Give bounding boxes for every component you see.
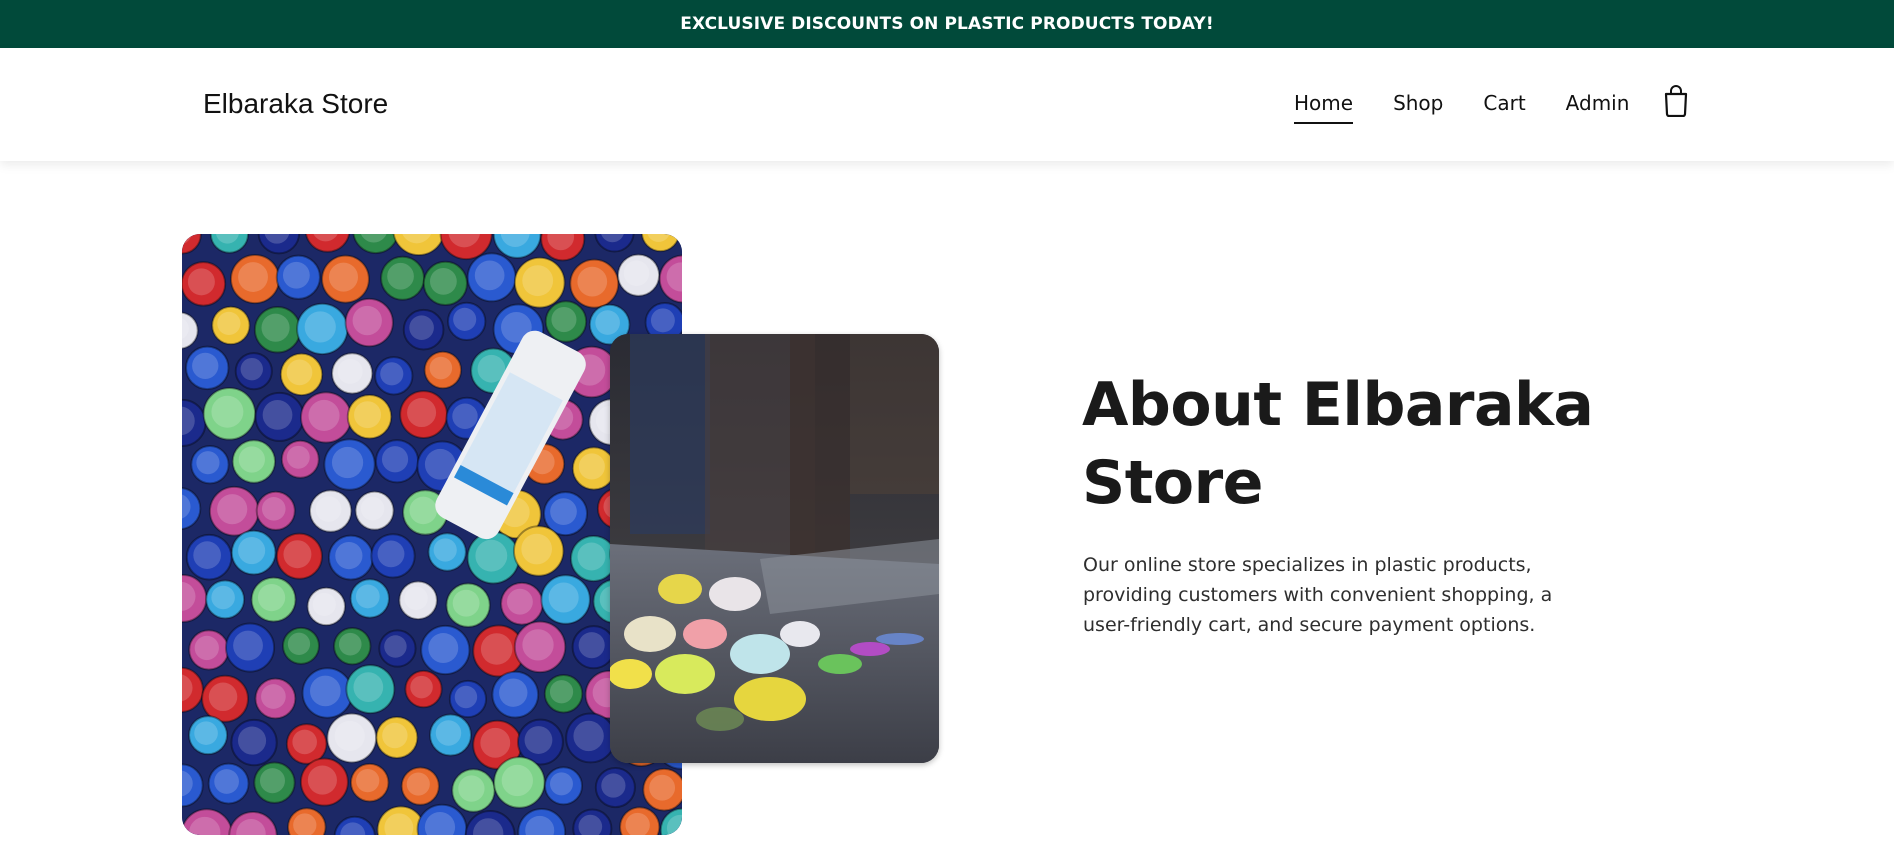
toys-water-image [610, 334, 939, 763]
about-description: Our online store specializes in plastic … [1083, 554, 1553, 636]
bottle-caps-image [182, 234, 682, 835]
about-title: About Elbaraka Store [1082, 370, 1594, 518]
nav-admin[interactable]: Admin [1566, 90, 1630, 122]
announcement-text: EXCLUSIVE DISCOUNTS ON PLASTIC PRODUCTS … [680, 14, 1214, 34]
announcement-bar: EXCLUSIVE DISCOUNTS ON PLASTIC PRODUCTS … [0, 0, 1894, 48]
site-header: Elbaraka Store Home Shop Cart Admin [0, 48, 1894, 161]
shopping-bag-icon[interactable] [1663, 85, 1689, 118]
store-logo[interactable]: Elbaraka Store [203, 88, 388, 120]
nav-shop[interactable]: Shop [1393, 90, 1443, 122]
nav-home[interactable]: Home [1294, 90, 1354, 124]
nav-cart[interactable]: Cart [1483, 90, 1525, 122]
main-nav: Home Shop Cart Admin [1294, 90, 1669, 126]
